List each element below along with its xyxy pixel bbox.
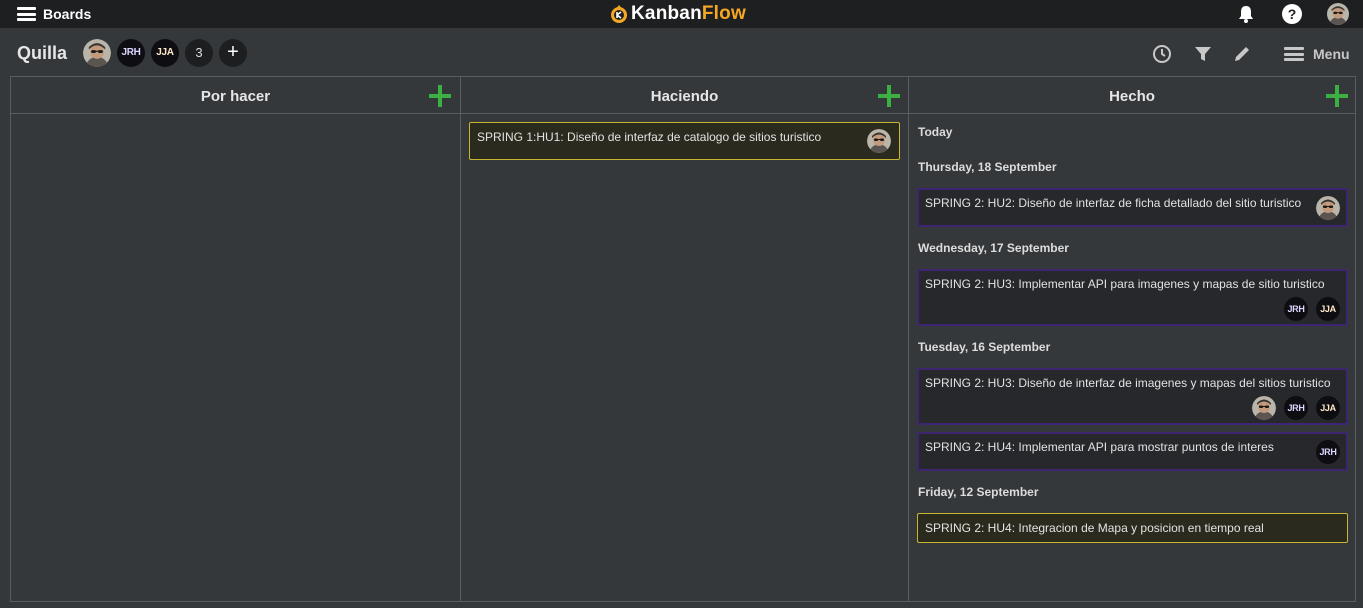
top-bar: Boards KanbanFlow ? [0, 0, 1363, 28]
clock-icon[interactable] [1152, 44, 1172, 64]
task-card[interactable]: SPRING 2: HU3: Diseño de interfaz de ima… [917, 368, 1348, 425]
task-card[interactable]: SPRING 2: HU4: Implementar API para most… [917, 432, 1348, 471]
task-title: SPRING 2: HU4: Implementar API para most… [925, 440, 1274, 454]
column-title[interactable]: Haciendo [461, 88, 908, 105]
task-title: SPRING 2: HU2: Diseño de interfaz de fic… [925, 196, 1302, 210]
member-count-badge[interactable]: 3 [185, 39, 213, 67]
assignee-avatar-jrh: JRH [1316, 440, 1340, 464]
column-hecho: Hecho Today Thursday, 18 September SPRIN… [908, 77, 1355, 601]
assignee-avatar-photo [867, 129, 891, 153]
boards-button[interactable]: Boards [17, 4, 91, 24]
task-card[interactable]: SPRING 2: HU3: Implementar API para imag… [917, 269, 1348, 326]
task-title: SPRING 2: HU4: Integracion de Mapa y pos… [925, 521, 1264, 535]
assignee-avatar-jrh: JRH [1284, 297, 1308, 321]
column-haciendo: Haciendo SPRING 1:HU1: Diseño de interfa… [460, 77, 908, 601]
menu-label: Menu [1313, 46, 1350, 62]
task-title: SPRING 1:HU1: Diseño de interfaz de cata… [477, 130, 822, 144]
date-group-label: Wednesday, 17 September [918, 241, 1069, 255]
logo-text-accent: Flow [701, 3, 746, 24]
member-avatar-jrh[interactable]: JRH [117, 39, 145, 67]
add-member-button[interactable]: + [219, 39, 247, 67]
date-group-label: Tuesday, 16 September [918, 340, 1051, 354]
bell-icon[interactable] [1236, 4, 1256, 24]
task-title: SPRING 2: HU3: Diseño de interfaz de ima… [925, 376, 1331, 390]
board-header: Quilla JRH JJA 3 + Menu [0, 28, 1363, 76]
assignee-avatar-jja: JJA [1316, 297, 1340, 321]
assignee-avatar-jrh: JRH [1284, 396, 1308, 420]
assignee-avatar-jja: JJA [1316, 396, 1340, 420]
date-group-label: Thursday, 18 September [918, 160, 1057, 174]
add-task-button[interactable] [429, 85, 451, 107]
user-avatar[interactable] [1327, 3, 1349, 25]
task-card[interactable]: SPRING 1:HU1: Diseño de interfaz de cata… [469, 122, 900, 160]
menu-icon [1284, 47, 1304, 61]
column-por-hacer: Por hacer [11, 77, 460, 601]
logo-icon [611, 5, 627, 23]
assignee-avatar-photo [1316, 196, 1340, 220]
date-group-label: Today [918, 125, 953, 139]
logo-text-primary: Kanban [631, 3, 702, 24]
column-title[interactable]: Por hacer [11, 88, 460, 105]
member-avatar-photo[interactable] [83, 39, 111, 67]
task-card[interactable]: SPRING 2: HU2: Diseño de interfaz de fic… [917, 188, 1348, 227]
column-header: Haciendo [461, 77, 908, 114]
task-title: SPRING 2: HU3: Implementar API para imag… [925, 277, 1325, 291]
board-menu-button[interactable]: Menu [1284, 45, 1350, 63]
boards-label: Boards [43, 6, 92, 22]
member-avatar-jja[interactable]: JJA [151, 39, 179, 67]
kanbanflow-logo[interactable]: KanbanFlow [610, 2, 746, 26]
pencil-icon[interactable] [1232, 44, 1252, 64]
kanban-board: Por hacer Haciendo SPRING 1:HU1: Diseño … [10, 76, 1356, 602]
column-header: Por hacer [11, 77, 460, 114]
assignee-avatar-photo [1252, 396, 1276, 420]
task-card[interactable]: SPRING 2: HU4: Integracion de Mapa y pos… [917, 513, 1348, 543]
menu-icon [17, 7, 36, 21]
add-task-button[interactable] [1326, 85, 1348, 107]
column-title[interactable]: Hecho [909, 88, 1355, 105]
date-group-label: Friday, 12 September [918, 485, 1039, 499]
filter-icon[interactable] [1193, 44, 1213, 64]
column-header: Hecho [909, 77, 1355, 114]
board-title[interactable]: Quilla [17, 43, 67, 64]
help-icon[interactable]: ? [1282, 4, 1302, 24]
add-task-button[interactable] [878, 85, 900, 107]
